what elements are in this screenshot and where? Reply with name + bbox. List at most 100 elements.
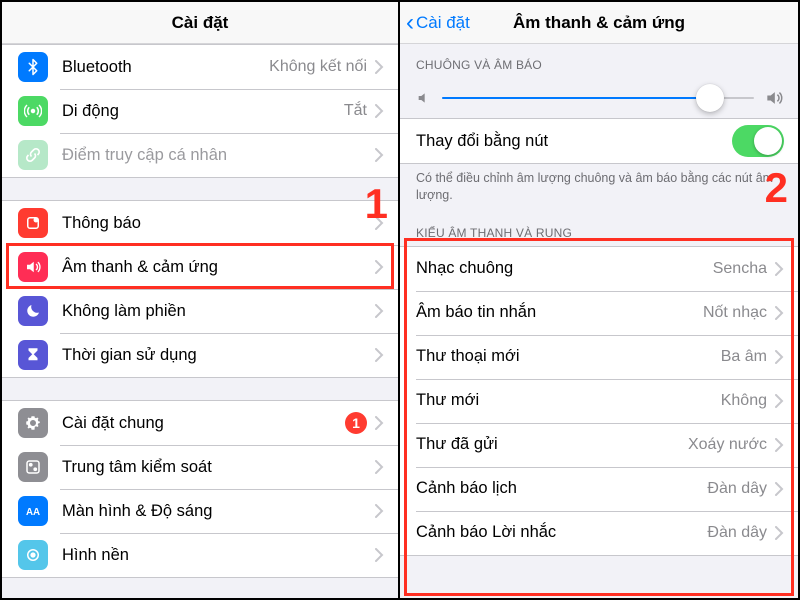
chevron-right-icon [375, 104, 384, 118]
display-icon: AA [18, 496, 48, 526]
chevron-right-icon [775, 262, 784, 276]
row-label: Không làm phiền [62, 302, 367, 321]
row-hotspot[interactable]: Điểm truy cập cá nhân [2, 133, 398, 177]
section-footer: Có thể điều chỉnh âm lượng chuông và âm … [400, 164, 798, 212]
section-header: KIỂU ÂM THANH VÀ RUNG [400, 212, 798, 246]
row-bluetooth[interactable]: Bluetooth Không kết nối [2, 45, 398, 89]
chevron-right-icon [375, 416, 384, 430]
chevron-right-icon [375, 304, 384, 318]
row-calendar-alerts[interactable]: Cảnh báo lịch Đàn dây [400, 467, 798, 511]
speaker-icon [18, 252, 48, 282]
chevron-right-icon [775, 482, 784, 496]
toggle-switch[interactable] [732, 125, 784, 157]
row-value: Ba âm [721, 348, 767, 366]
row-label: Hình nền [62, 546, 367, 565]
row-screentime[interactable]: Thời gian sử dụng [2, 333, 398, 377]
badge: 1 [345, 412, 367, 434]
slider-fill [442, 97, 710, 100]
row-display[interactable]: AA Màn hình & Độ sáng [2, 489, 398, 533]
row-cellular[interactable]: Di động Tắt [2, 89, 398, 133]
row-label: Màn hình & Độ sáng [62, 502, 367, 521]
page-title: Cài đặt [172, 13, 229, 33]
chevron-right-icon [775, 526, 784, 540]
row-label: Trung tâm kiểm soát [62, 458, 367, 477]
notifications-icon [18, 208, 48, 238]
row-notifications[interactable]: Thông báo [2, 201, 398, 245]
row-value: Không kết nối [269, 58, 367, 76]
row-new-mail[interactable]: Thư mới Không [400, 379, 798, 423]
moon-icon [18, 296, 48, 326]
back-label: Cài đặt [416, 13, 470, 33]
section-header: CHUÔNG VÀ ÂM BÁO [400, 44, 798, 78]
chevron-right-icon [375, 260, 384, 274]
row-control-center[interactable]: Trung tâm kiểm soát [2, 445, 398, 489]
row-label: Âm thanh & cảm ứng [62, 258, 367, 277]
row-label: Cảnh báo lịch [416, 479, 699, 498]
volume-slider[interactable] [442, 97, 754, 100]
hourglass-icon [18, 340, 48, 370]
svg-text:AA: AA [26, 507, 40, 518]
settings-group-notifications: Thông báo Âm thanh & cảm ứng Không làm p… [2, 200, 398, 378]
row-value: Xoáy nước [688, 436, 767, 454]
row-voicemail[interactable]: Thư thoại mới Ba âm [400, 335, 798, 379]
chevron-left-icon: ‹ [406, 11, 414, 35]
row-value: Sencha [713, 260, 767, 278]
chevron-right-icon [375, 148, 384, 162]
row-label: Cài đặt chung [62, 414, 337, 433]
back-button[interactable]: ‹ Cài đặt [406, 11, 470, 35]
settings-group-general: Cài đặt chung 1 Trung tâm kiểm soát AA M… [2, 400, 398, 578]
row-sent-mail[interactable]: Thư đã gửi Xoáy nước [400, 423, 798, 467]
chevron-right-icon [775, 394, 784, 408]
row-label: Thay đổi bằng nút [416, 132, 732, 151]
row-label: Thông báo [62, 214, 367, 233]
header: Cài đặt [2, 2, 398, 44]
volume-slider-row [400, 78, 798, 118]
chevron-right-icon [775, 438, 784, 452]
row-label: Cảnh báo Lời nhắc [416, 523, 699, 542]
bluetooth-icon [18, 52, 48, 82]
sounds-settings-pane: ‹ Cài đặt Âm thanh & cảm ứng CHUÔNG VÀ Â… [400, 2, 798, 598]
chevron-right-icon [775, 306, 784, 320]
row-value: Đàn dây [707, 480, 767, 498]
wallpaper-icon [18, 540, 48, 570]
row-label: Di động [62, 102, 336, 121]
row-value: Nốt nhạc [703, 304, 767, 322]
row-label: Âm báo tin nhắn [416, 303, 695, 322]
row-label: Thời gian sử dụng [62, 346, 367, 365]
chevron-right-icon [375, 60, 384, 74]
change-with-buttons-group: Thay đổi bằng nút [400, 118, 798, 164]
row-label: Bluetooth [62, 58, 261, 77]
row-wallpaper[interactable]: Hình nền [2, 533, 398, 577]
row-general[interactable]: Cài đặt chung 1 [2, 401, 398, 445]
chevron-right-icon [375, 548, 384, 562]
row-label: Thư mới [416, 391, 713, 410]
row-label: Nhạc chuông [416, 259, 705, 278]
chevron-right-icon [375, 216, 384, 230]
row-ringtone[interactable]: Nhạc chuông Sencha [400, 247, 798, 291]
link-icon [18, 140, 48, 170]
row-reminder-alerts[interactable]: Cảnh báo Lời nhắc Đàn dây [400, 511, 798, 555]
row-change-with-buttons[interactable]: Thay đổi bằng nút [400, 119, 798, 163]
sound-patterns-group: Nhạc chuông Sencha Âm báo tin nhắn Nốt n… [400, 246, 798, 556]
slider-knob[interactable] [696, 84, 724, 112]
row-dnd[interactable]: Không làm phiền [2, 289, 398, 333]
chevron-right-icon [375, 348, 384, 362]
settings-root-pane: Cài đặt Bluetooth Không kết nối Di động … [2, 2, 400, 598]
row-sounds[interactable]: Âm thanh & cảm ứng [2, 245, 398, 289]
chevron-right-icon [775, 350, 784, 364]
speaker-high-icon [764, 88, 784, 108]
chevron-right-icon [375, 504, 384, 518]
row-label: Thư đã gửi [416, 435, 680, 454]
row-value: Tắt [344, 102, 367, 120]
antenna-icon [18, 96, 48, 126]
control-center-icon [18, 452, 48, 482]
row-value: Đàn dây [707, 524, 767, 542]
row-text-tone[interactable]: Âm báo tin nhắn Nốt nhạc [400, 291, 798, 335]
row-label: Điểm truy cập cá nhân [62, 146, 367, 165]
chevron-right-icon [375, 460, 384, 474]
row-value: Không [721, 392, 767, 410]
page-title: Âm thanh & cảm ứng [513, 13, 685, 33]
gear-icon [18, 408, 48, 438]
speaker-low-icon [416, 90, 432, 106]
settings-group-connectivity: Bluetooth Không kết nối Di động Tắt Điểm… [2, 44, 398, 178]
